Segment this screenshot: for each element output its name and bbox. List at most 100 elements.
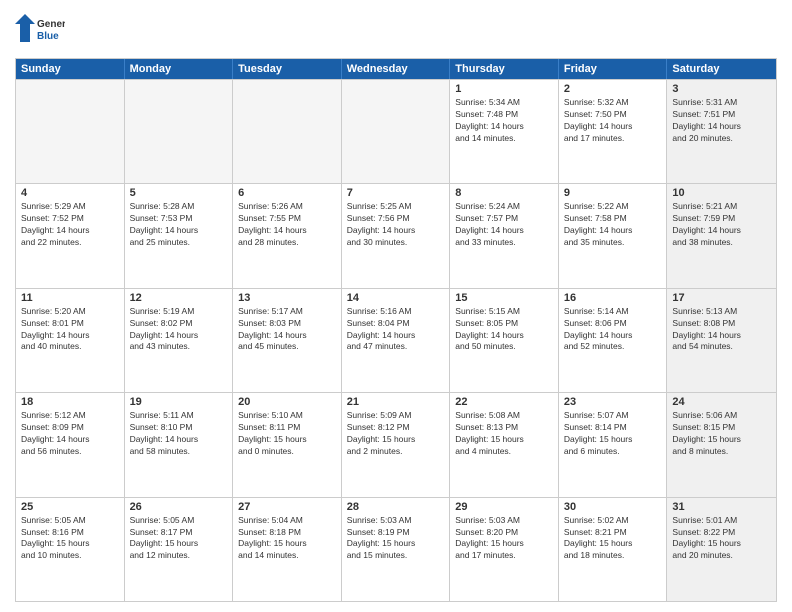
cell-info: Sunrise: 5:06 AM Sunset: 8:15 PM Dayligh… [672,410,771,458]
calendar-header-cell: Friday [559,59,668,79]
cell-info: Sunrise: 5:02 AM Sunset: 8:21 PM Dayligh… [564,515,662,563]
cell-info: Sunrise: 5:01 AM Sunset: 8:22 PM Dayligh… [672,515,771,563]
svg-text:Blue: Blue [37,31,59,42]
page: General Blue SundayMondayTuesdayWednesda… [0,0,792,612]
calendar-cell: 13Sunrise: 5:17 AM Sunset: 8:03 PM Dayli… [233,289,342,392]
day-number: 11 [21,292,119,304]
calendar-cell: 30 Sunrise: 5:02 AM Sunset: 8:21 PM Dayli… [559,498,668,601]
calendar-cell: 10 Sunrise: 5:21 AM Sunset: 7:59 PM Dayli… [667,184,776,287]
cell-info: Sunrise: 5:13 AM Sunset: 8:08 PM Dayligh… [672,306,771,354]
day-number: 8 [455,187,553,199]
cell-info: Sunrise: 5:17 AM Sunset: 8:03 PM Dayligh… [238,306,336,354]
day-number: 22 [455,396,553,408]
day-number: 15 [455,292,553,304]
day-number: 10 [672,187,771,199]
cell-info: Sunrise: 5:05 AM Sunset: 8:16 PM Dayligh… [21,515,119,563]
day-number: 2 [564,83,662,95]
day-number: 23 [564,396,662,408]
day-number: 12 [130,292,228,304]
cell-info: Sunrise: 5:03 AM Sunset: 8:20 PM Dayligh… [455,515,553,563]
calendar-header: SundayMondayTuesdayWednesdayThursdayFrid… [16,59,776,79]
cell-info: Sunrise: 5:34 AM Sunset: 7:48 PM Dayligh… [455,97,553,145]
calendar-cell: 6 Sunrise: 5:26 AM Sunset: 7:55 PM Daylig… [233,184,342,287]
calendar-cell: 26 Sunrise: 5:05 AM Sunset: 8:17 PM Dayli… [125,498,234,601]
calendar-cell [342,80,451,183]
calendar-header-cell: Wednesday [342,59,451,79]
day-number: 31 [672,501,771,513]
calendar-cell: 14Sunrise: 5:16 AM Sunset: 8:04 PM Dayli… [342,289,451,392]
calendar-cell: 28 Sunrise: 5:03 AM Sunset: 8:19 PM Dayli… [342,498,451,601]
calendar-cell [125,80,234,183]
cell-info: Sunrise: 5:31 AM Sunset: 7:51 PM Dayligh… [672,97,771,145]
cell-info: Sunrise: 5:14 AM Sunset: 8:06 PM Dayligh… [564,306,662,354]
calendar-cell: 16 Sunrise: 5:14 AM Sunset: 8:06 PM Dayli… [559,289,668,392]
calendar-cell: 11 Sunrise: 5:20 AM Sunset: 8:01 PM Dayli… [16,289,125,392]
calendar-header-cell: Thursday [450,59,559,79]
calendar-cell: 8Sunrise: 5:24 AM Sunset: 7:57 PM Daylig… [450,184,559,287]
calendar-cell [16,80,125,183]
calendar-cell: 2 Sunrise: 5:32 AM Sunset: 7:50 PM Daylig… [559,80,668,183]
calendar-cell: 1 Sunrise: 5:34 AM Sunset: 7:48 PM Daylig… [450,80,559,183]
svg-text:General: General [37,19,65,30]
calendar-row: 11 Sunrise: 5:20 AM Sunset: 8:01 PM Dayli… [16,288,776,392]
day-number: 1 [455,83,553,95]
day-number: 9 [564,187,662,199]
cell-info: Sunrise: 5:15 AM Sunset: 8:05 PM Dayligh… [455,306,553,354]
calendar-cell: 23 Sunrise: 5:07 AM Sunset: 8:14 PM Dayli… [559,393,668,496]
calendar-cell: 29 Sunrise: 5:03 AM Sunset: 8:20 PM Dayli… [450,498,559,601]
cell-info: Sunrise: 5:19 AM Sunset: 8:02 PM Dayligh… [130,306,228,354]
cell-info: Sunrise: 5:25 AM Sunset: 7:56 PM Dayligh… [347,201,445,249]
calendar-cell: 27 Sunrise: 5:04 AM Sunset: 8:18 PM Dayli… [233,498,342,601]
day-number: 29 [455,501,553,513]
cell-info: Sunrise: 5:10 AM Sunset: 8:11 PM Dayligh… [238,410,336,458]
calendar-cell: 18 Sunrise: 5:12 AM Sunset: 8:09 PM Dayli… [16,393,125,496]
day-number: 27 [238,501,336,513]
calendar-cell: 4Sunrise: 5:29 AM Sunset: 7:52 PM Daylig… [16,184,125,287]
day-number: 25 [21,501,119,513]
day-number: 30 [564,501,662,513]
logo-svg: General Blue [15,10,65,50]
cell-info: Sunrise: 5:16 AM Sunset: 8:04 PM Dayligh… [347,306,445,354]
day-number: 20 [238,396,336,408]
day-number: 5 [130,187,228,199]
day-number: 7 [347,187,445,199]
cell-info: Sunrise: 5:29 AM Sunset: 7:52 PM Dayligh… [21,201,119,249]
calendar-cell: 12 Sunrise: 5:19 AM Sunset: 8:02 PM Dayli… [125,289,234,392]
calendar-row: 1 Sunrise: 5:34 AM Sunset: 7:48 PM Daylig… [16,79,776,183]
cell-info: Sunrise: 5:26 AM Sunset: 7:55 PM Dayligh… [238,201,336,249]
cell-info: Sunrise: 5:04 AM Sunset: 8:18 PM Dayligh… [238,515,336,563]
cell-info: Sunrise: 5:20 AM Sunset: 8:01 PM Dayligh… [21,306,119,354]
calendar-header-cell: Monday [125,59,234,79]
calendar-cell: 21 Sunrise: 5:09 AM Sunset: 8:12 PM Dayli… [342,393,451,496]
calendar-row: 4Sunrise: 5:29 AM Sunset: 7:52 PM Daylig… [16,183,776,287]
calendar-header-cell: Tuesday [233,59,342,79]
cell-info: Sunrise: 5:32 AM Sunset: 7:50 PM Dayligh… [564,97,662,145]
calendar-cell: 31 Sunrise: 5:01 AM Sunset: 8:22 PM Dayli… [667,498,776,601]
cell-info: Sunrise: 5:05 AM Sunset: 8:17 PM Dayligh… [130,515,228,563]
day-number: 17 [672,292,771,304]
day-number: 26 [130,501,228,513]
day-number: 24 [672,396,771,408]
calendar-row: 18 Sunrise: 5:12 AM Sunset: 8:09 PM Dayli… [16,392,776,496]
day-number: 3 [672,83,771,95]
cell-info: Sunrise: 5:03 AM Sunset: 8:19 PM Dayligh… [347,515,445,563]
day-number: 28 [347,501,445,513]
cell-info: Sunrise: 5:21 AM Sunset: 7:59 PM Dayligh… [672,201,771,249]
day-number: 21 [347,396,445,408]
cell-info: Sunrise: 5:09 AM Sunset: 8:12 PM Dayligh… [347,410,445,458]
calendar-cell: 22 Sunrise: 5:08 AM Sunset: 8:13 PM Dayli… [450,393,559,496]
calendar-cell: 19Sunrise: 5:11 AM Sunset: 8:10 PM Dayli… [125,393,234,496]
calendar: SundayMondayTuesdayWednesdayThursdayFrid… [15,58,777,602]
cell-info: Sunrise: 5:08 AM Sunset: 8:13 PM Dayligh… [455,410,553,458]
cell-info: Sunrise: 5:12 AM Sunset: 8:09 PM Dayligh… [21,410,119,458]
calendar-header-cell: Saturday [667,59,776,79]
calendar-row: 25 Sunrise: 5:05 AM Sunset: 8:16 PM Dayli… [16,497,776,601]
cell-info: Sunrise: 5:11 AM Sunset: 8:10 PM Dayligh… [130,410,228,458]
day-number: 18 [21,396,119,408]
day-number: 16 [564,292,662,304]
calendar-cell: 20 Sunrise: 5:10 AM Sunset: 8:11 PM Dayli… [233,393,342,496]
cell-info: Sunrise: 5:07 AM Sunset: 8:14 PM Dayligh… [564,410,662,458]
day-number: 6 [238,187,336,199]
cell-info: Sunrise: 5:22 AM Sunset: 7:58 PM Dayligh… [564,201,662,249]
header: General Blue [15,10,777,50]
